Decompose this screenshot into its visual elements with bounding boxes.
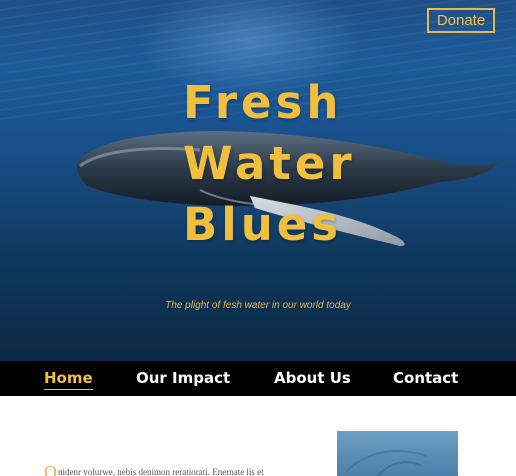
underwater-photo [346,450,428,476]
hero-banner: Fresh Water Blues The plight of fesh wat… [0,0,516,361]
nav-item-home[interactable]: Home [44,361,93,396]
intro-text: nidenr volurwe, nebis denimon reratiorat… [58,467,264,476]
nav-item-about-us[interactable]: About Us [274,361,351,396]
main-navigation: Home Our Impact About Us Contact [0,361,516,396]
hero-tagline: The plight of fesh water in our world to… [165,300,351,311]
hero-title-line: Fresh [183,76,343,129]
hero-title: Fresh Water Blues [183,72,403,255]
drop-cap: O [44,462,57,476]
hero-title-line: Water [183,137,356,190]
donate-button[interactable]: Donate [427,8,495,33]
thumbnail-image [337,431,458,476]
intro-paragraph: Onidenr volurwe, nebis denimon reratiora… [44,462,304,476]
nav-item-contact[interactable]: Contact [393,361,458,396]
nav-item-our-impact[interactable]: Our Impact [136,361,230,396]
hero-title-line: Blues [183,198,343,251]
